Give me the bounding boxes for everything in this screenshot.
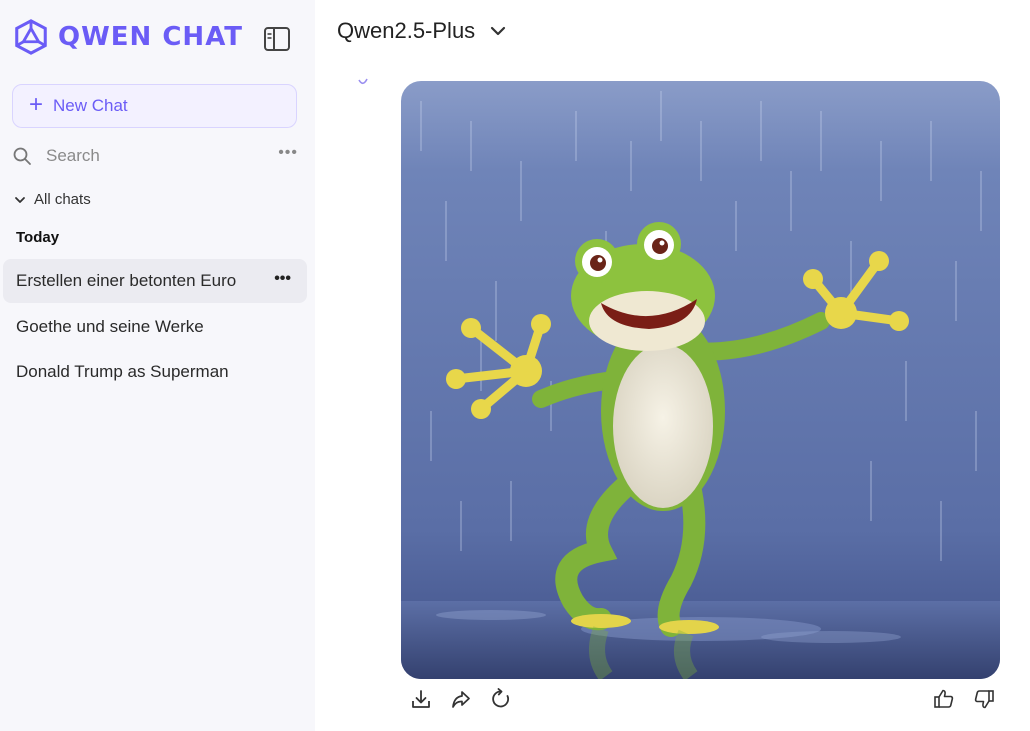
generated-image[interactable] [401, 81, 1000, 679]
chat-item-label: Erstellen einer betonten Euro [16, 271, 237, 290]
brand[interactable]: QWEN CHAT [12, 18, 243, 56]
qwen-logo-icon [15, 19, 47, 55]
thumbs-up-icon[interactable] [933, 688, 955, 710]
sidebar: QWEN CHAT + New Chat ••• All chats Today… [0, 0, 315, 731]
new-chat-button[interactable]: + New Chat [12, 84, 297, 128]
chat-options-icon[interactable]: ••• [274, 270, 291, 288]
brand-name: QWEN CHAT [58, 22, 244, 52]
feedback-actions [933, 688, 995, 710]
search-more-icon[interactable]: ••• [278, 144, 298, 162]
all-chats-toggle[interactable]: All chats [14, 191, 91, 208]
search-input[interactable] [46, 146, 266, 166]
assistant-avatar-icon [358, 78, 368, 85]
thumbs-down-icon[interactable] [973, 688, 995, 710]
chat-list-item[interactable]: Erstellen einer betonten Euro ••• [3, 259, 307, 303]
sidebar-toggle-icon[interactable] [263, 26, 291, 52]
share-icon[interactable] [450, 688, 472, 710]
frog-in-rain-illustration [401, 81, 1000, 679]
all-chats-label: All chats [34, 191, 91, 208]
chat-group-title: Today [16, 229, 60, 246]
chevron-down-icon [491, 26, 506, 36]
regenerate-icon[interactable] [490, 688, 512, 710]
chat-list-item[interactable]: Donald Trump as Superman [3, 350, 307, 394]
download-icon[interactable] [410, 688, 432, 710]
chevron-down-icon [15, 196, 25, 203]
plus-icon: + [29, 91, 44, 118]
chat-item-label: Donald Trump as Superman [16, 362, 229, 381]
chat-item-label: Goethe und seine Werke [16, 317, 204, 336]
search-icon [13, 147, 31, 165]
image-actions [410, 688, 512, 710]
new-chat-label: New Chat [53, 96, 128, 115]
model-name: Qwen2.5-Plus [337, 18, 476, 43]
chat-list-item[interactable]: Goethe und seine Werke [3, 305, 307, 349]
search-bar: ••• [12, 142, 302, 170]
model-selector[interactable]: Qwen2.5-Plus [337, 18, 507, 44]
